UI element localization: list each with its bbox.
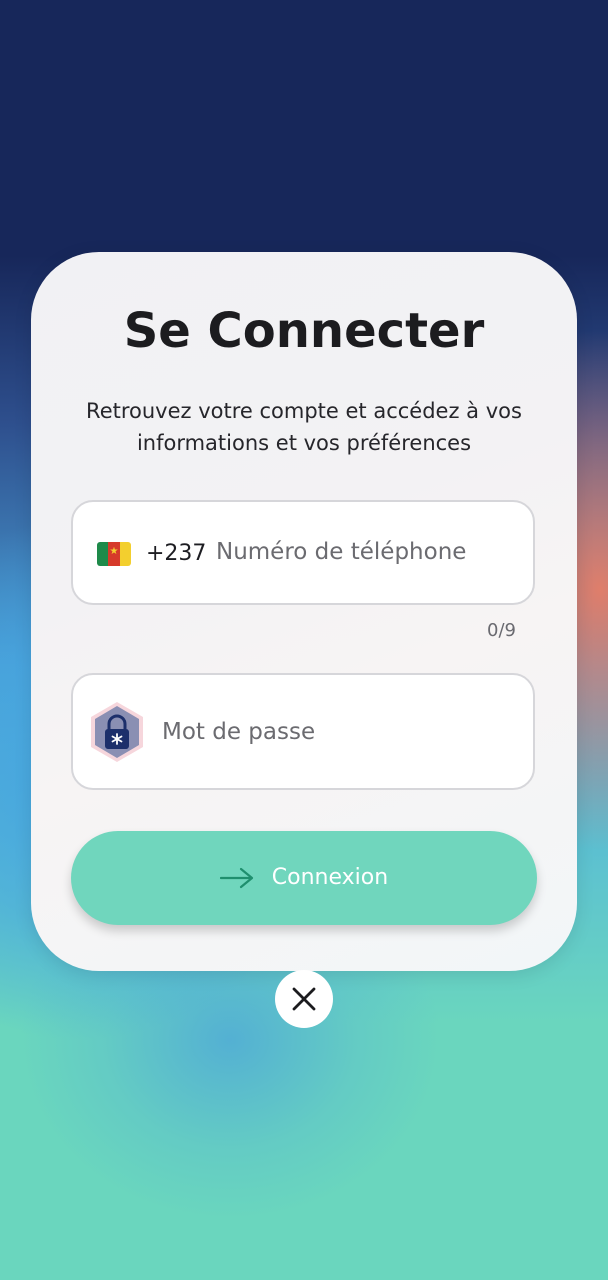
login-button[interactable]: Connexion [71,831,537,925]
login-button-label: Connexion [271,865,389,890]
phone-character-counter: 0/9 [487,620,516,641]
login-subtitle: Retrouvez votre compte et accédez à vos … [86,399,522,455]
dial-code: +237 [146,541,207,566]
password-input[interactable] [162,708,502,756]
page-title: Se Connecter [123,303,485,359]
close-button[interactable] [275,970,333,1028]
cameroon-flag-icon [97,542,131,566]
password-field[interactable] [71,673,535,790]
phone-field[interactable]: +237 [71,500,535,605]
lock-icon [85,700,149,764]
phone-number-input[interactable] [216,528,516,576]
arrow-right-icon [219,867,253,889]
close-icon [292,987,316,1011]
